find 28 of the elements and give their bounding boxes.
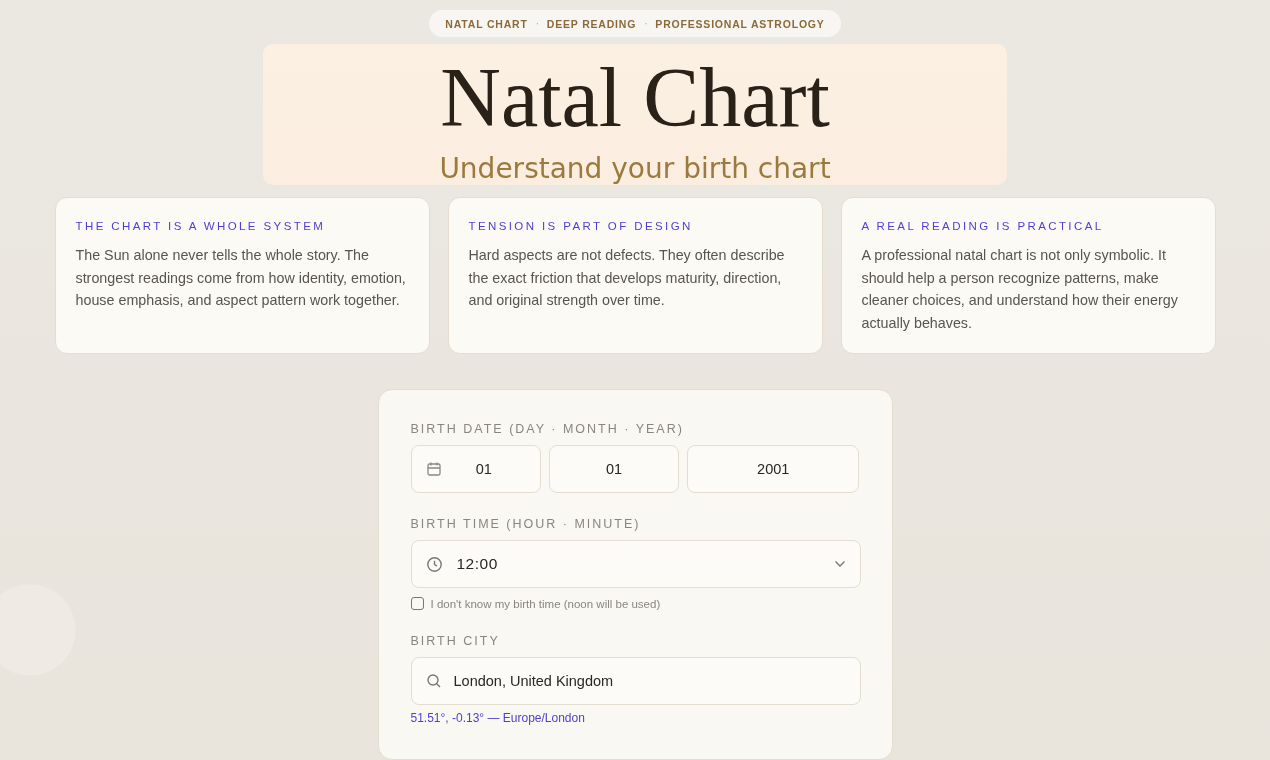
clock-icon bbox=[425, 555, 443, 573]
field-label: BIRTH TIME (HOUR · MINUTE) bbox=[410, 517, 642, 532]
year-field[interactable]: 2001 bbox=[686, 445, 860, 494]
city-search-field[interactable]: London, United Kingdom bbox=[410, 657, 861, 706]
field-label: BIRTH DATE (DAY · MONTH · YEAR) bbox=[410, 422, 685, 437]
checkbox-label: I don't know my birth time (noon will be used) bbox=[430, 597, 661, 610]
card-text: Hard aspects are not defects. They often describe the exact friction that develops maturity, direction, and original strength over time. bbox=[468, 246, 786, 311]
card-text: A professional natal chart is not only symbolic. It should help a person recognize patterns, make cleaner choices, and understand how their energy actually behaves. bbox=[861, 246, 1179, 333]
chevron-down-icon bbox=[833, 560, 846, 569]
coordinates-text: 51.51°, -0.13° — Europe/London bbox=[410, 711, 586, 726]
card-heading: A REAL READING IS PRACTICAL bbox=[861, 220, 1105, 233]
tagline-text: DEEP READING bbox=[546, 17, 637, 30]
checkbox[interactable] bbox=[410, 597, 424, 611]
separator-dot: · bbox=[535, 18, 539, 30]
month-field[interactable]: 01 bbox=[549, 445, 679, 494]
day-field[interactable]: 01 bbox=[410, 445, 542, 494]
separator-dot: · bbox=[644, 18, 648, 30]
page-subtitle: Understand your birth chart bbox=[439, 152, 831, 186]
card-heading: TENSION IS PART OF DESIGN bbox=[468, 220, 694, 233]
time-dropdown[interactable]: 12:00 bbox=[410, 540, 861, 589]
tagline-text: NATAL CHART bbox=[445, 17, 528, 30]
card-text: The Sun alone never tells the whole story. The strongest readings come from how identity, emotion, house emphasis, and aspect pattern work together. bbox=[75, 246, 407, 311]
tagline-text: PROFESSIONAL ASTROLOGY bbox=[655, 17, 825, 30]
card-heading: THE CHART IS A WHOLE SYSTEM bbox=[75, 220, 327, 233]
page-title: Natal Chart bbox=[440, 52, 830, 145]
search-icon bbox=[425, 673, 442, 690]
field-label: BIRTH CITY bbox=[410, 634, 501, 649]
calendar-icon bbox=[425, 461, 442, 478]
